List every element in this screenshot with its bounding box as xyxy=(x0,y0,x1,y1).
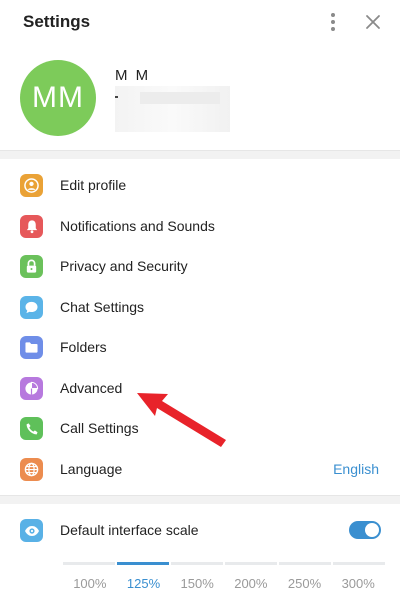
menu-item-label: Chat Settings xyxy=(60,298,145,315)
avatar[interactable]: MM xyxy=(20,60,96,136)
user-circle-icon xyxy=(20,174,43,197)
interface-scale-toggle[interactable] xyxy=(349,521,381,539)
menu-item-label: Notifications and Sounds xyxy=(60,217,215,234)
bell-icon xyxy=(20,214,43,238)
scale-option-100[interactable]: 100% xyxy=(63,576,117,596)
menu-item-label: Folders xyxy=(60,339,107,355)
eye-icon xyxy=(20,519,43,542)
menu-item-edit-profile[interactable]: Edit profile xyxy=(0,165,400,206)
menu-item-label: Edit profile xyxy=(60,177,127,193)
scale-option-250[interactable]: 250% xyxy=(278,576,332,596)
settings-header: Settings xyxy=(0,0,400,44)
scale-option-200[interactable]: 200% xyxy=(224,576,278,596)
scale-option-300[interactable]: 300% xyxy=(331,576,385,596)
scale-option-125[interactable]: 125% xyxy=(117,576,171,596)
phone-icon xyxy=(20,417,43,440)
section-divider xyxy=(0,150,400,159)
scale-track-segment[interactable] xyxy=(63,562,115,565)
menu-item-label: Advanced xyxy=(60,379,123,396)
menu-item-notifications[interactable]: Notifications and Sounds xyxy=(0,206,400,247)
menu-item-label: Language xyxy=(60,460,123,477)
menu-item-chat-settings[interactable]: Chat Settings xyxy=(0,287,400,328)
profile-section[interactable]: MM M M xyxy=(0,50,400,150)
more-vertical-icon[interactable] xyxy=(322,10,344,34)
scale-track-segment[interactable] xyxy=(279,562,331,565)
scale-option-150[interactable]: 150% xyxy=(170,576,224,596)
menu-item-language[interactable]: Language English xyxy=(0,449,400,490)
folder-icon xyxy=(20,336,43,359)
interface-scale-label: Default interface scale xyxy=(60,522,199,538)
lock-icon xyxy=(20,255,43,278)
menu-item-label: Call Settings xyxy=(60,420,139,436)
language-value[interactable]: English xyxy=(333,461,379,477)
scale-track-segment[interactable] xyxy=(225,562,277,565)
pie-chart-icon xyxy=(20,376,43,400)
menu-item-label: Privacy and Security xyxy=(60,258,188,274)
globe-icon xyxy=(20,457,43,481)
close-icon[interactable] xyxy=(362,11,384,33)
settings-menu: Edit profile Notifications and Sounds Pr… xyxy=(0,165,400,489)
menu-item-call-settings[interactable]: Call Settings xyxy=(0,408,400,449)
default-interface-scale-row[interactable]: Default interface scale xyxy=(0,511,400,551)
page-title: Settings xyxy=(23,12,91,31)
scale-options: 100% 125% 150% 200% 250% 300% xyxy=(63,576,385,596)
section-divider xyxy=(0,495,400,504)
scale-slider-track[interactable] xyxy=(63,562,385,566)
menu-item-privacy[interactable]: Privacy and Security xyxy=(0,246,400,287)
menu-item-advanced[interactable]: Advanced xyxy=(0,368,400,409)
scale-track-segment-active[interactable] xyxy=(117,562,169,565)
scale-track-segment[interactable] xyxy=(171,562,223,565)
menu-item-folders[interactable]: Folders xyxy=(0,327,400,368)
profile-name: M M xyxy=(115,67,151,84)
chat-bubble-icon xyxy=(20,295,43,319)
profile-phone-redacted xyxy=(115,86,230,132)
scale-track-segment[interactable] xyxy=(333,562,385,565)
